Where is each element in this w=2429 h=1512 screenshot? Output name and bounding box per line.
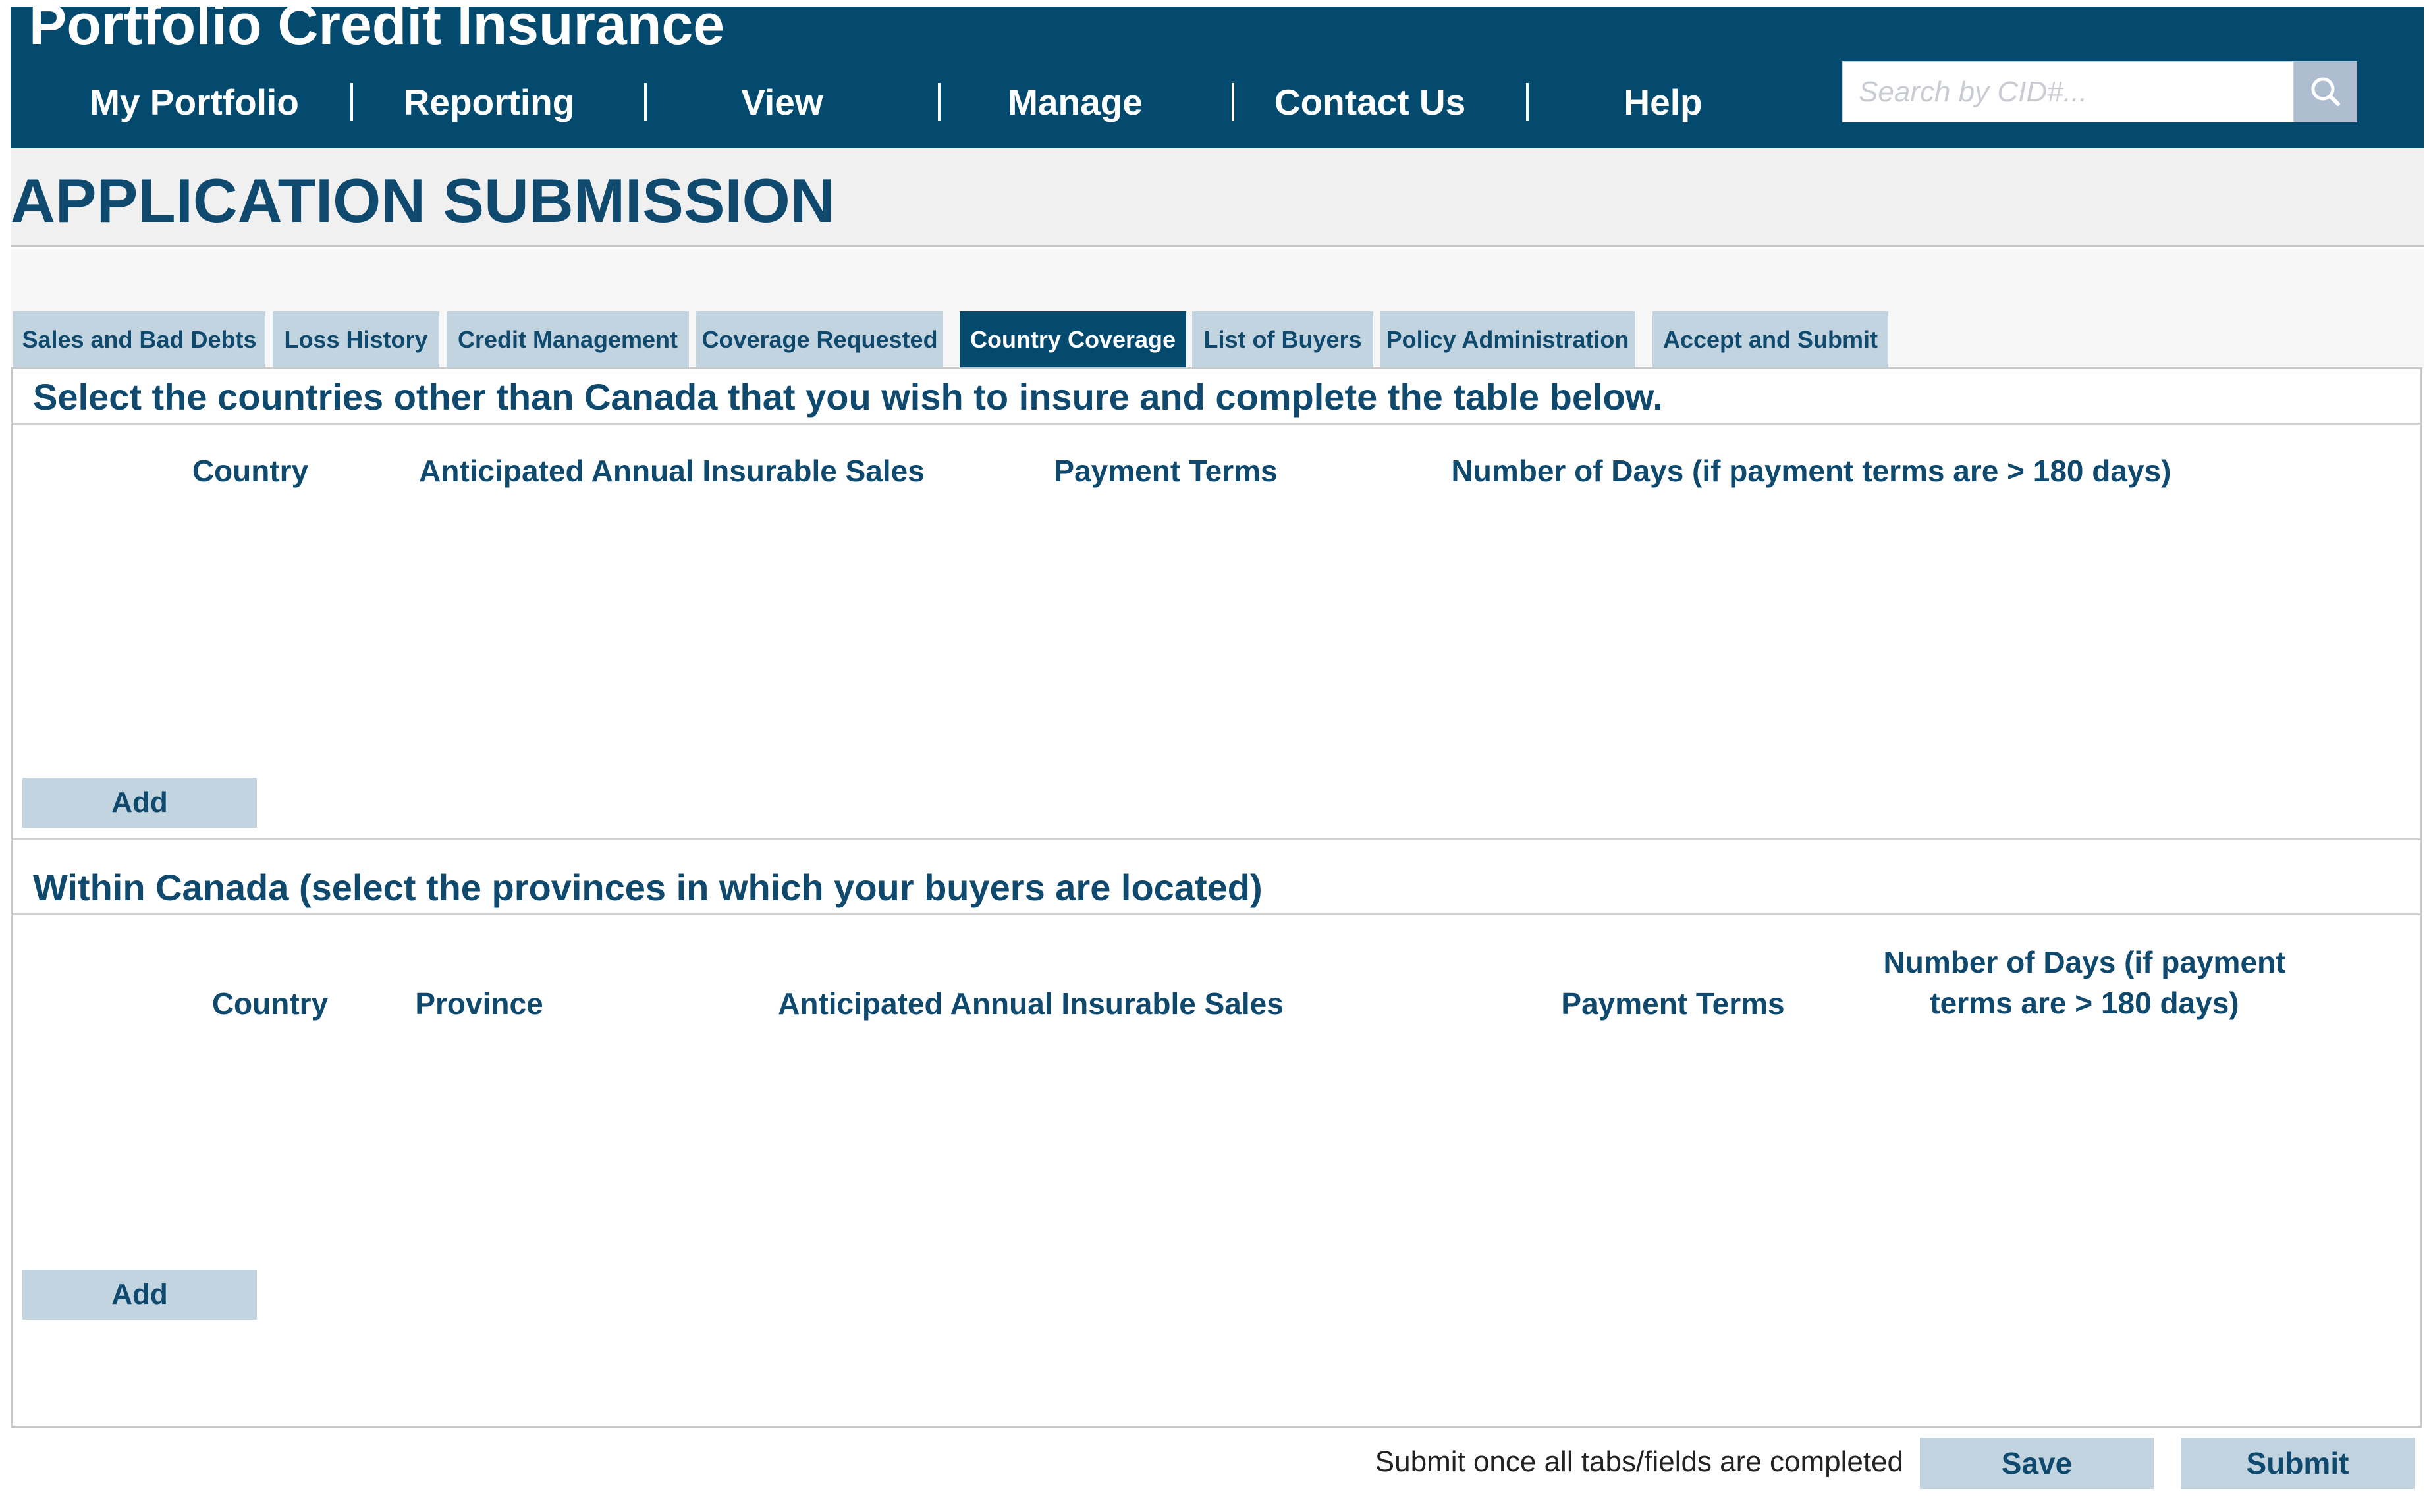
column-header-country: Country <box>211 986 329 1021</box>
tab-coverage-requested[interactable]: Coverage Requested <box>696 311 943 368</box>
column-header-country: Country <box>192 454 309 488</box>
column-header-anticipated-sales: Anticipated Annual Insurable Sales <box>419 454 925 488</box>
column-header-payment-terms: Payment Terms <box>1561 986 1785 1021</box>
column-header-number-of-days: Number of Days (if payment terms are > 1… <box>1451 454 2171 488</box>
tab-sales-and-bad-debts[interactable]: Sales and Bad Debts <box>13 311 265 368</box>
nav-separator <box>644 83 647 121</box>
tab-credit-management[interactable]: Credit Management <box>447 311 689 368</box>
nav-separator <box>1526 83 1529 121</box>
add-country-button[interactable]: Add <box>22 778 257 828</box>
tab-country-coverage[interactable]: Country Coverage <box>960 311 1186 368</box>
nav-contact-us[interactable]: Contact Us <box>1242 66 1498 138</box>
column-header-number-of-days: Number of Days (if payment terms are > 1… <box>1883 945 2286 1020</box>
tab-loss-history[interactable]: Loss History <box>273 311 439 368</box>
app-title: Portfolio Credit Insurance <box>29 0 725 57</box>
tab-policy-administration[interactable]: Policy Administration <box>1380 311 1635 368</box>
column-header-payment-terms: Payment Terms <box>1054 454 1278 488</box>
foreign-section-title: Select the countries other than Canada t… <box>33 376 1663 418</box>
nav-my-portfolio[interactable]: My Portfolio <box>63 66 326 138</box>
canada-section-title: Within Canada (select the provinces in w… <box>33 867 1263 908</box>
add-province-button[interactable]: Add <box>22 1270 257 1320</box>
nav-separator <box>350 83 353 121</box>
save-button[interactable]: Save <box>1920 1438 2154 1489</box>
section-divider <box>13 913 2420 915</box>
page-title: APPLICATION SUBMISSION <box>11 166 835 235</box>
nav-separator <box>1232 83 1234 121</box>
nav-manage[interactable]: Manage <box>948 66 1202 138</box>
section-divider <box>13 423 2420 425</box>
search-icon <box>2311 77 2340 106</box>
nav-separator <box>938 83 941 121</box>
search-input[interactable] <box>1842 61 2294 122</box>
nav-view[interactable]: View <box>659 66 906 138</box>
search-button[interactable] <box>2294 61 2357 122</box>
nav-help[interactable]: Help <box>1535 66 1791 138</box>
nav-reporting[interactable]: Reporting <box>356 66 622 138</box>
tab-list-of-buyers[interactable]: List of Buyers <box>1192 311 1373 368</box>
column-header-province: Province <box>415 986 543 1021</box>
column-header-anticipated-sales: Anticipated Annual Insurable Sales <box>778 986 1284 1021</box>
tab-accept-and-submit[interactable]: Accept and Submit <box>1652 311 1888 368</box>
section-divider <box>13 838 2420 840</box>
submit-button[interactable]: Submit <box>2181 1438 2415 1489</box>
submit-hint: Submit once all tabs/fields are complete… <box>1375 1445 1903 1478</box>
